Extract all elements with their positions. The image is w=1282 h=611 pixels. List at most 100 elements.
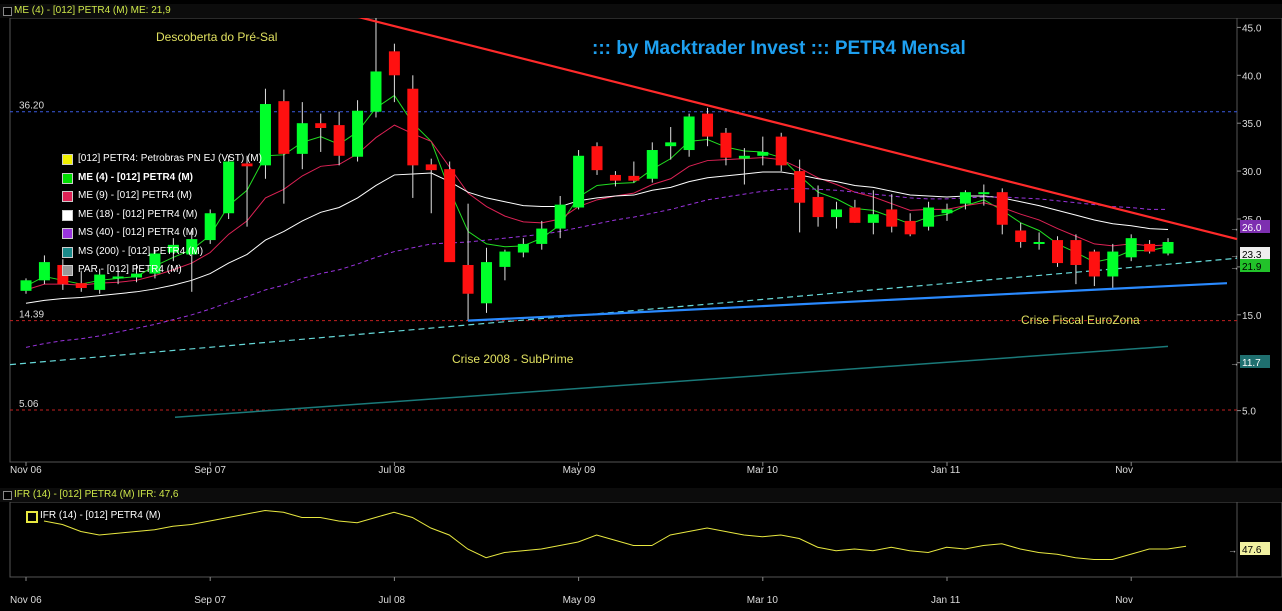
candle xyxy=(591,142,603,175)
x-tick-label: Sep 07 xyxy=(194,465,226,476)
candle-body xyxy=(425,164,437,171)
candle xyxy=(1052,236,1064,267)
reference-line-label: 36.20 xyxy=(19,101,44,112)
candle xyxy=(775,132,787,172)
indicator-legend: [012] PETR4: Petrobras PN EJ (VST) (M) ME… xyxy=(62,153,262,283)
x-tick-label: Jan 11 xyxy=(931,595,961,606)
x-tick-label: May 09 xyxy=(563,465,596,476)
candle-body xyxy=(941,209,953,214)
badge-arrow-icon: → xyxy=(1230,358,1239,368)
candle-body xyxy=(849,207,861,223)
price-badge-label: 11.7 xyxy=(1242,358,1261,369)
rsi-badge-label: 47.6 xyxy=(1242,545,1262,556)
candle-body xyxy=(315,123,327,128)
candle-body xyxy=(628,175,640,181)
price-badge-label: 26.0 xyxy=(1242,223,1262,234)
candle-body xyxy=(812,196,824,218)
legend-label: PAR - [012] PETR4 (M) xyxy=(78,264,182,275)
candle xyxy=(1125,234,1137,262)
candle-body xyxy=(1015,230,1027,242)
legend-item[interactable]: MS (200) - [012] PETR4 (M) xyxy=(62,246,262,265)
candle-body xyxy=(923,207,935,227)
candle-body xyxy=(38,262,50,281)
rsi-header-text: IFR (14) - [012] PETR4 (M) IFR: 47,6 xyxy=(14,489,179,500)
candle-body xyxy=(1033,241,1045,244)
x-tick-label: Jul 08 xyxy=(378,465,405,476)
rsi-legend: IFR (14) - [012] PETR4 (M) xyxy=(26,510,161,523)
legend-item[interactable]: ME (18) - [012] PETR4 (M) xyxy=(62,209,262,228)
candle-body xyxy=(757,151,769,156)
candle-body xyxy=(407,88,419,166)
price-badge-label: 21.9 xyxy=(1242,262,1262,273)
x-tick-label: Mar 10 xyxy=(747,595,779,606)
price-header-text: ME (4) - [012] PETR4 (M) ME: 21,9 xyxy=(14,5,171,16)
legend-label: MS (200) - [012] PETR4 (M) xyxy=(78,245,204,257)
y-tick-label: 5.0 xyxy=(1242,407,1256,418)
legend-label: ME (18) - [012] PETR4 (M) xyxy=(78,208,198,220)
price-axis-frame xyxy=(1236,18,1282,463)
candle-body xyxy=(554,204,566,229)
badge-arrow-icon: → xyxy=(1230,223,1239,233)
candle-body xyxy=(996,192,1008,225)
candle-body xyxy=(904,220,916,235)
x-tick-label: Nov 06 xyxy=(10,595,42,606)
legend-label: MS (40) - [012] PETR4 (M) xyxy=(78,227,198,238)
legend-swatch xyxy=(62,246,73,258)
legend-swatch xyxy=(62,209,73,221)
candle-body xyxy=(978,192,990,195)
candle-body xyxy=(75,283,87,288)
candle-body xyxy=(499,251,511,267)
legend-label: ME (4) - [012] PETR4 (M) xyxy=(78,171,194,183)
candle-body xyxy=(333,125,345,156)
candle-body xyxy=(1088,251,1100,277)
candle-body xyxy=(720,132,732,158)
legend-item[interactable]: ME (9) - [012] PETR4 (M) xyxy=(62,190,262,209)
candle-body xyxy=(886,209,898,227)
badge-arrow-icon: → xyxy=(1230,250,1239,260)
x-tick-label: Nov xyxy=(1115,595,1133,606)
candle-body xyxy=(959,192,971,204)
candle-body xyxy=(1052,240,1064,264)
x-tick-label: Mar 10 xyxy=(747,465,779,476)
y-tick-label: 30.0 xyxy=(1242,167,1262,178)
candle-body xyxy=(683,116,695,151)
candle-body xyxy=(1162,241,1174,254)
x-tick-label: May 09 xyxy=(563,595,596,606)
legend-label: ME (9) - [012] PETR4 (M) xyxy=(78,190,192,201)
candle-body xyxy=(536,228,548,244)
legend-swatch xyxy=(62,228,73,239)
rsi-axis-frame xyxy=(1236,502,1282,578)
candle-body xyxy=(1125,238,1137,258)
y-tick-label: 35.0 xyxy=(1242,119,1262,130)
candle-body xyxy=(738,155,750,159)
badge-arrow-icon: → xyxy=(1228,545,1237,555)
legend-item[interactable]: MS (40) - [012] PETR4 (M) xyxy=(62,227,262,246)
rsi-legend-label: IFR (14) - [012] PETR4 (M) xyxy=(40,510,161,521)
x-tick-label: Jan 11 xyxy=(931,465,961,476)
legend-swatch xyxy=(62,191,73,202)
badge-arrow-icon: → xyxy=(1230,262,1239,272)
candle-body xyxy=(609,174,621,181)
y-tick-label: 40.0 xyxy=(1242,71,1262,82)
candle-body xyxy=(573,155,585,208)
legend-label: [012] PETR4: Petrobras PN EJ (VST) (M) xyxy=(78,153,262,164)
x-tick-label: Jul 08 xyxy=(378,595,405,606)
panel-toggle-icon[interactable] xyxy=(3,491,12,500)
reference-line-label: 14.39 xyxy=(19,310,44,321)
candle-body xyxy=(830,209,842,218)
chart-title: ::: by Macktrader Invest ::: PETR4 Mensa… xyxy=(592,38,966,59)
annotation-crise2008: Crise 2008 - SubPrime xyxy=(452,352,574,366)
annotation-presal: Descoberta do Pré-Sal xyxy=(156,30,277,44)
price-panel-header: ME (4) - [012] PETR4 (M) ME: 21,9 xyxy=(0,4,1282,18)
candle-body xyxy=(278,101,290,154)
legend-item[interactable]: ME (4) - [012] PETR4 (M) xyxy=(62,172,262,191)
x-tick-label: Sep 07 xyxy=(194,595,226,606)
legend-swatch xyxy=(62,172,73,184)
candle-body xyxy=(462,264,474,294)
candle-body xyxy=(665,142,677,147)
candle-body xyxy=(296,123,308,154)
legend-item[interactable]: PAR - [012] PETR4 (M) xyxy=(62,264,262,283)
candle-body xyxy=(702,113,714,137)
legend-item[interactable]: [012] PETR4: Petrobras PN EJ (VST) (M) xyxy=(62,153,262,172)
panel-toggle-icon[interactable] xyxy=(3,7,12,16)
